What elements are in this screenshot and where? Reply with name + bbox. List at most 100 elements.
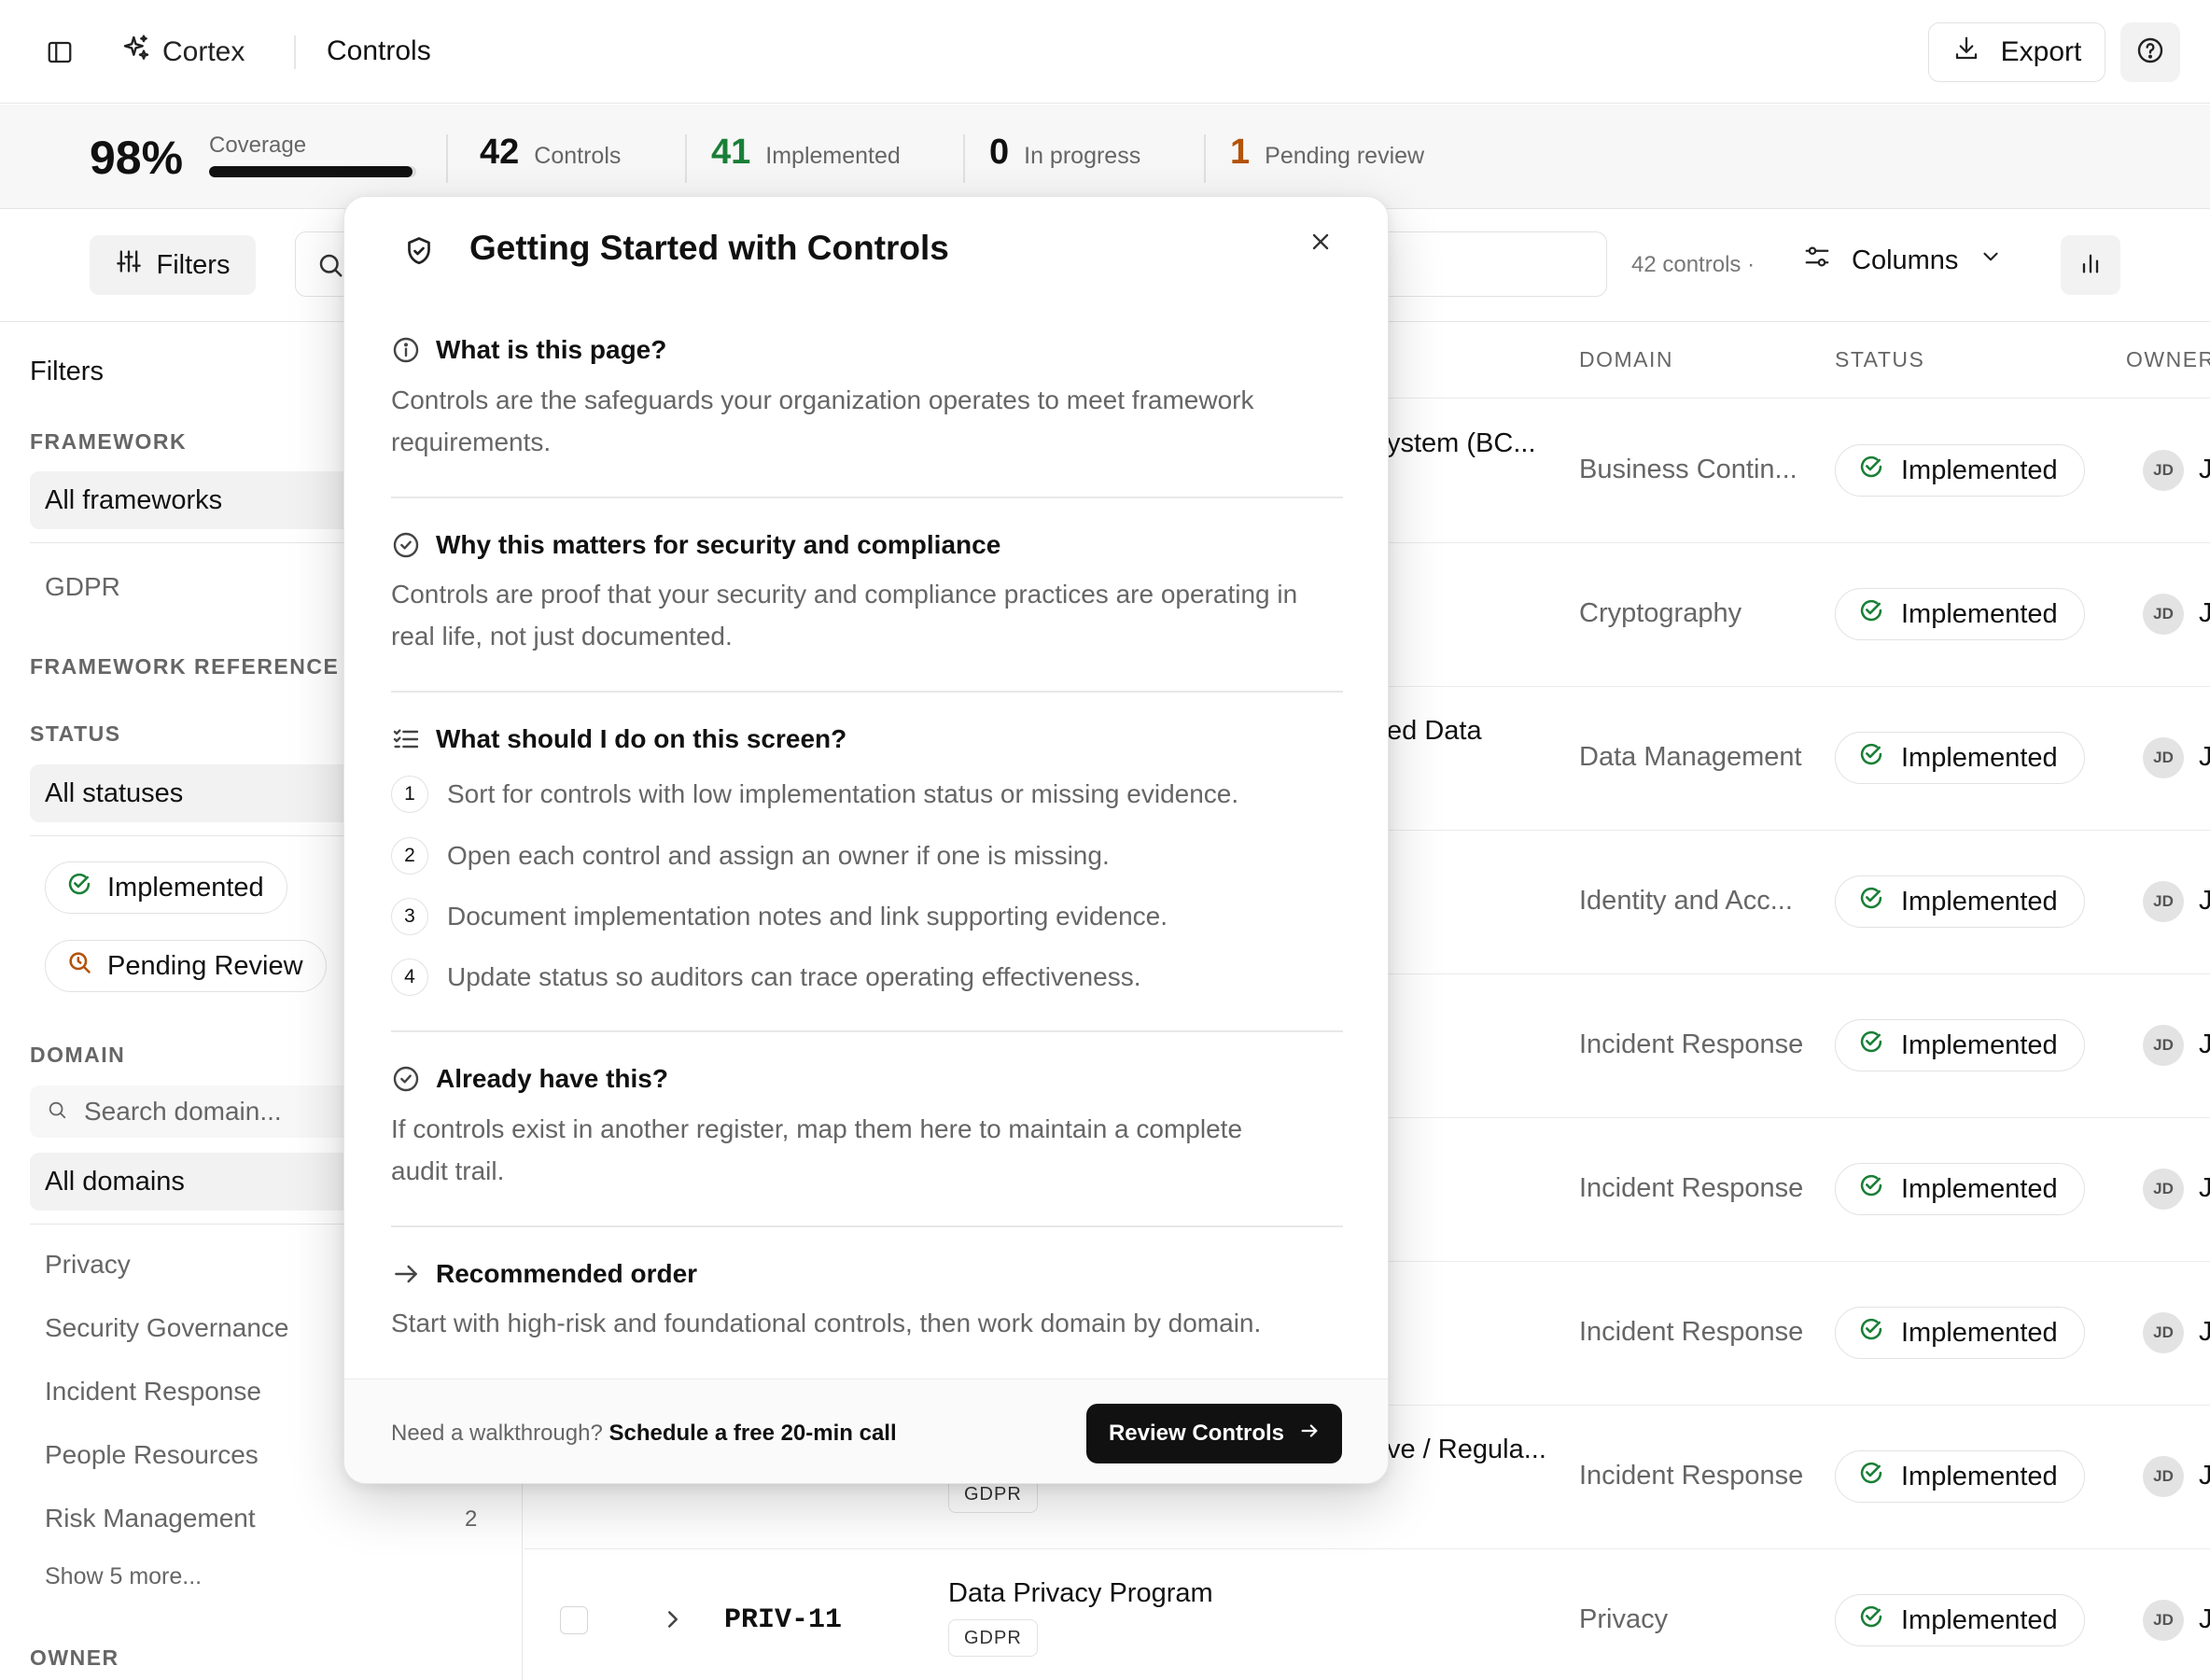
step-text: Document implementation notes and link s… (447, 902, 1168, 931)
body-line: real life, not just documented. (391, 622, 733, 651)
avatar[interactable]: JD (2143, 450, 2184, 491)
section-body-what: Controls are the safeguards your organiz… (391, 379, 1343, 463)
owner-name: J (2199, 598, 2210, 628)
walkthrough-text: Need a walkthrough? Schedule a free 20-m… (391, 1421, 897, 1447)
check-circle-icon (1858, 454, 1884, 487)
search-icon (47, 1097, 67, 1127)
control-domain: Incident Response (1579, 1461, 1804, 1491)
avatar[interactable]: JD (2143, 1312, 2184, 1353)
close-button[interactable] (1302, 225, 1339, 262)
status-badge[interactable]: Implemented (1835, 732, 2085, 784)
domain-item-privacy[interactable]: Privacy (45, 1250, 131, 1280)
controls-label: Controls (534, 143, 622, 169)
status-badge[interactable]: Implemented (1835, 1594, 2085, 1646)
domain-item-risk-management[interactable]: Risk Management (45, 1504, 256, 1533)
walkthrough-prompt: Need a walkthrough? (391, 1421, 603, 1446)
coverage-percent: 98% (90, 132, 184, 184)
status-label: Implemented (1901, 1317, 2058, 1348)
chart-toggle-button[interactable] (2061, 235, 2120, 295)
sidebar-toggle-icon[interactable] (41, 34, 78, 71)
row-checkbox[interactable] (560, 1606, 588, 1634)
control-name[interactable]: ed Data (1387, 716, 1482, 747)
body-line: Controls are proof that your security an… (391, 580, 1298, 609)
section-title-why: Why this matters for security and compli… (436, 530, 1001, 559)
avatar[interactable]: JD (2143, 1025, 2184, 1066)
stats-bar: 98% Coverage 42 Controls 41 Implemented … (0, 105, 2210, 209)
controls-count: 42 (480, 133, 520, 172)
avatar[interactable]: JD (2143, 1456, 2184, 1497)
show-more-link[interactable]: Show 5 more... (45, 1563, 202, 1590)
control-code[interactable]: PRIV-11 (724, 1604, 842, 1636)
filters-label: Filters (156, 249, 231, 280)
stat-controls: 42 Controls (480, 133, 621, 173)
status-badge[interactable]: Implemented (1835, 1163, 2085, 1215)
domain-search-placeholder: Search domain... (84, 1097, 282, 1126)
help-button[interactable] (2120, 22, 2180, 82)
in-progress-count: 0 (989, 133, 1010, 172)
brand[interactable]: Cortex (121, 34, 245, 71)
export-button[interactable]: Export (1928, 22, 2105, 82)
status-label: Implemented (1901, 1029, 2058, 1060)
stat-divider (1204, 134, 1206, 183)
framework-option-gdpr[interactable]: GDPR (45, 572, 120, 602)
check-circle-icon (1858, 1460, 1884, 1493)
check-circle-icon (66, 871, 92, 904)
checklist-icon (391, 724, 421, 759)
pending-count: 1 (1230, 133, 1251, 172)
avatar[interactable]: JD (2143, 594, 2184, 635)
framework-reference-heading[interactable]: FRAMEWORK REFERENCE (30, 654, 339, 679)
search-clock-icon (66, 949, 92, 983)
stat-implemented: 41 Implemented (711, 133, 901, 173)
check-circle-icon (391, 1064, 421, 1099)
search-icon (316, 251, 344, 284)
column-header-owner[interactable]: OWNER (2126, 347, 2210, 372)
avatar[interactable]: JD (2143, 737, 2184, 778)
check-circle-icon (1858, 741, 1884, 775)
avatar[interactable]: JD (2143, 1169, 2184, 1210)
column-header-status[interactable]: STATUS (1835, 347, 1924, 372)
status-chip-pending-review[interactable]: Pending Review (45, 940, 327, 992)
control-name[interactable]: ystem (BC... (1387, 428, 1536, 459)
control-domain: Business Contin... (1579, 455, 1797, 484)
avatar[interactable]: JD (2143, 1600, 2184, 1641)
check-circle-icon (1858, 1172, 1884, 1206)
domain-item-people-resources[interactable]: People Resources (45, 1440, 259, 1470)
control-domain: Privacy (1579, 1604, 1669, 1634)
status-chip-implemented[interactable]: Implemented (45, 861, 287, 914)
status-badge[interactable]: Implemented (1835, 588, 2085, 640)
body-line: Start with high-risk and foundational co… (391, 1309, 1262, 1337)
status-label: Implemented (1901, 598, 2058, 629)
status-badge[interactable]: Implemented (1835, 1307, 2085, 1359)
section-divider (391, 1030, 1343, 1032)
coverage-progress-fill (209, 166, 413, 177)
chevron-right-icon[interactable] (659, 1605, 687, 1638)
status-badge[interactable]: Implemented (1835, 875, 2085, 928)
stat-divider (446, 134, 448, 183)
status-badge[interactable]: Implemented (1835, 444, 2085, 497)
help-icon (2135, 35, 2165, 70)
framework-badge: GDPR (948, 1619, 1038, 1657)
check-circle-icon (1858, 1603, 1884, 1637)
schedule-call-link[interactable]: Schedule a free 20-min call (609, 1421, 897, 1446)
columns-button[interactable]: Columns (1803, 243, 2003, 278)
download-icon (1952, 35, 1980, 70)
domain-item-security-governance[interactable]: Security Governance (45, 1313, 288, 1343)
body-line: audit trail. (391, 1156, 505, 1185)
status-label: Implemented (1901, 1173, 2058, 1204)
top-bar: Cortex Controls Export (0, 0, 2210, 104)
chevron-down-icon (1979, 245, 2003, 276)
domain-item-incident-response[interactable]: Incident Response (45, 1377, 261, 1407)
owner-name: J (2199, 1317, 2210, 1347)
control-name[interactable]: ve / Regula... (1387, 1435, 1546, 1465)
status-label: Implemented (1901, 886, 2058, 917)
coverage-label: Coverage (209, 133, 307, 158)
avatar[interactable]: JD (2143, 881, 2184, 922)
info-icon (391, 335, 421, 370)
control-name[interactable]: Data Privacy Program (948, 1578, 1213, 1609)
filters-button[interactable]: Filters (90, 235, 256, 295)
review-controls-button[interactable]: Review Controls (1086, 1404, 1342, 1463)
status-label: Implemented (1901, 1604, 2058, 1635)
status-badge[interactable]: Implemented (1835, 1019, 2085, 1071)
column-header-domain[interactable]: DOMAIN (1579, 347, 1673, 372)
status-badge[interactable]: Implemented (1835, 1450, 2085, 1503)
